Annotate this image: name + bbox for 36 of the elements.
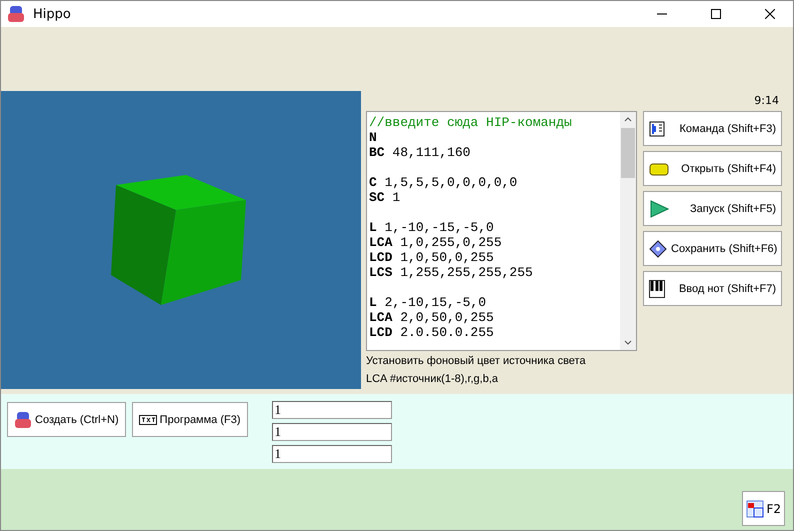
toolbar-button[interactable]: Ввод нот (Shift+F7) — [643, 271, 782, 306]
window-icon — [746, 500, 764, 518]
code-line: LCD 2.0.50.0.255 — [369, 325, 495, 340]
piano-keys-icon — [649, 280, 665, 298]
toolbar-button[interactable]: Открыть (Shift+F4) — [643, 151, 782, 186]
toolbar-button[interactable]: Сохранить (Shift+F6) — [643, 231, 782, 266]
play-icon — [649, 200, 669, 218]
clock-text: 9:14 — [754, 93, 780, 109]
f2-button[interactable]: F2 — [742, 491, 785, 526]
code-editor[interactable]: //введите сюда HIP-команды N BC 48,111,160 C 1,5,5,5,0,0,0,0,0 SC 1 L 1,-10,-15,-5,0 LCA 1,0,255,0,255 LCD 1,0,50,0,255 LCS 1,255,255,255,255 L 2,-10,15,-5,0 LCA 2,0,50,0,255 LCD 2.0.50.0.255 — [366, 111, 637, 351]
code-line: N — [369, 130, 378, 145]
action-button[interactable]: Создать (Ctrl+N) — [7, 402, 126, 437]
maximize-icon[interactable] — [711, 9, 721, 19]
hint-text: Установить фоновый цвет источника света — [366, 354, 587, 369]
toolbar-button[interactable]: Команда (Shift+F3) — [643, 111, 782, 146]
input-field[interactable]: 1 — [272, 401, 392, 419]
code-comment: //введите сюда HIP-команды — [369, 115, 573, 130]
code-line: BC 48,111,160 — [369, 145, 472, 160]
input-field[interactable]: 1 — [272, 445, 392, 463]
window-title: Hippo — [33, 6, 72, 22]
scrollbar-thumb[interactable] — [621, 128, 635, 178]
code-line: LCD 1,0,50,0,255 — [369, 250, 495, 265]
txt-icon — [138, 414, 157, 424]
close-icon[interactable] — [765, 9, 775, 19]
toolbar-button[interactable]: Запуск (Shift+F5) — [643, 191, 782, 226]
hint-text: LCA #источник(1-8),r,g,b,a — [366, 372, 500, 387]
panel-icon — [649, 120, 665, 136]
code-line: SC 1 — [369, 190, 402, 205]
input-field[interactable]: 1 — [272, 423, 392, 441]
code-line: L 1,-10,-15,-5,0 — [369, 220, 495, 235]
action-button[interactable]: Программа (F3) — [132, 402, 248, 437]
code-line: LCA 2,0,50,0,255 — [369, 310, 495, 325]
code-line: LCS 1,255,255,255,255 — [369, 265, 534, 280]
code-line: L 2,-10,15,-5,0 — [369, 295, 488, 310]
code-line: LCA 1,0,255,0,255 — [369, 235, 503, 250]
code-line: C 1,5,5,5,0,0,0,0,0 — [369, 175, 518, 190]
